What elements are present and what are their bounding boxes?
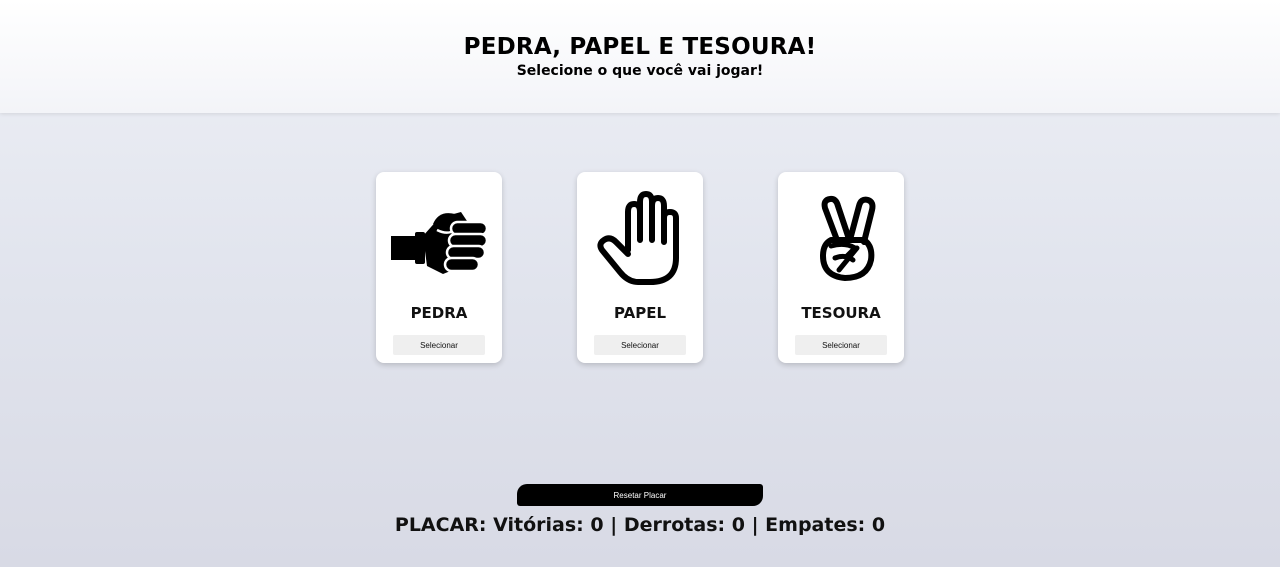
- score-separator: |: [610, 514, 618, 536]
- page-header: PEDRA, PAPEL E TESOURA! Selecione o que …: [0, 0, 1280, 113]
- choice-label: TESOURA: [801, 304, 881, 322]
- peace-hand-icon: [820, 195, 876, 281]
- losses-count: 0: [731, 514, 745, 536]
- select-pedra-button[interactable]: Selecionar: [393, 335, 485, 355]
- page-title: PEDRA, PAPEL E TESOURA!: [463, 34, 817, 60]
- open-hand-icon: [597, 191, 679, 285]
- select-papel-button[interactable]: Selecionar: [594, 335, 686, 355]
- choice-card-papel[interactable]: PAPEL Selecionar: [577, 172, 703, 363]
- score-separator: |: [751, 514, 759, 536]
- losses-label: Derrotas:: [623, 514, 726, 536]
- choice-label: PAPEL: [613, 304, 667, 322]
- wins-label: Vitórias:: [493, 514, 584, 536]
- select-tesoura-button[interactable]: Selecionar: [795, 335, 887, 355]
- page-subtitle: Selecione o que você vai jogar!: [516, 63, 764, 79]
- choice-label: PEDRA: [410, 304, 468, 322]
- score-prefix: PLACAR:: [394, 514, 487, 536]
- reset-score-button[interactable]: Resetar Placar: [517, 484, 763, 506]
- choice-card-tesoura[interactable]: TESOURA Selecionar: [778, 172, 904, 363]
- choice-card-pedra[interactable]: PEDRA Selecionar: [376, 172, 502, 363]
- choice-cards: PEDRA Selecionar PAPEL Selecionar TESOUR…: [376, 172, 904, 363]
- wins-count: 0: [590, 514, 604, 536]
- ties-label: Empates:: [765, 514, 866, 536]
- fist-icon: [391, 212, 489, 274]
- ties-count: 0: [871, 514, 886, 536]
- scoreboard: PLACAR: Vitórias: 0 | Derrotas: 0 | Empa…: [0, 513, 1280, 537]
